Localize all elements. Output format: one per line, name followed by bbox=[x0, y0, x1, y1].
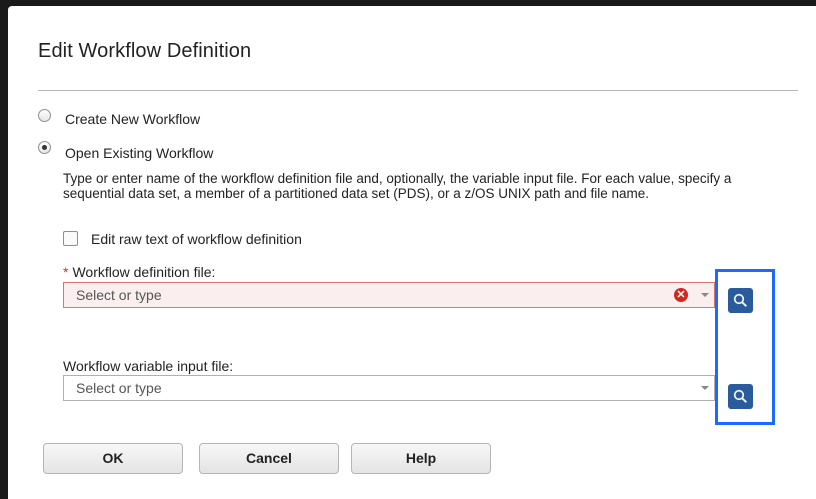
definition-file-placeholder: Select or type bbox=[76, 287, 162, 303]
definition-file-label: * Workflow definition file: bbox=[63, 264, 215, 280]
create-new-workflow-label[interactable]: Create New Workflow bbox=[65, 111, 200, 127]
dialog-title: Edit Workflow Definition bbox=[38, 40, 252, 62]
cancel-button[interactable]: Cancel bbox=[199, 443, 339, 474]
definition-file-label-text: Workflow definition file: bbox=[72, 264, 216, 280]
search-buttons-highlight bbox=[715, 269, 775, 425]
edit-raw-text-label[interactable]: Edit raw text of workflow definition bbox=[91, 231, 302, 247]
description-text: Type or enter name of the workflow defin… bbox=[63, 171, 732, 201]
definition-file-combobox[interactable]: Select or type ✕ bbox=[63, 282, 715, 308]
chevron-down-icon[interactable] bbox=[701, 386, 709, 390]
edit-raw-text-checkbox[interactable] bbox=[63, 231, 78, 246]
open-existing-workflow-radio[interactable] bbox=[38, 141, 51, 154]
variable-file-label: Workflow variable input file: bbox=[63, 358, 234, 374]
variable-file-placeholder: Select or type bbox=[76, 380, 162, 396]
title-divider bbox=[38, 90, 798, 91]
variable-file-combobox[interactable]: Select or type bbox=[63, 375, 715, 401]
error-icon: ✕ bbox=[674, 288, 688, 302]
open-existing-workflow-label[interactable]: Open Existing Workflow bbox=[65, 145, 213, 161]
help-button[interactable]: Help bbox=[351, 443, 491, 474]
chevron-down-icon[interactable] bbox=[701, 293, 709, 297]
required-marker: * bbox=[63, 264, 69, 280]
edit-workflow-dialog: Edit Workflow Definition Create New Work… bbox=[8, 6, 816, 499]
ok-button[interactable]: OK bbox=[43, 443, 183, 474]
create-new-workflow-radio[interactable] bbox=[38, 109, 51, 122]
